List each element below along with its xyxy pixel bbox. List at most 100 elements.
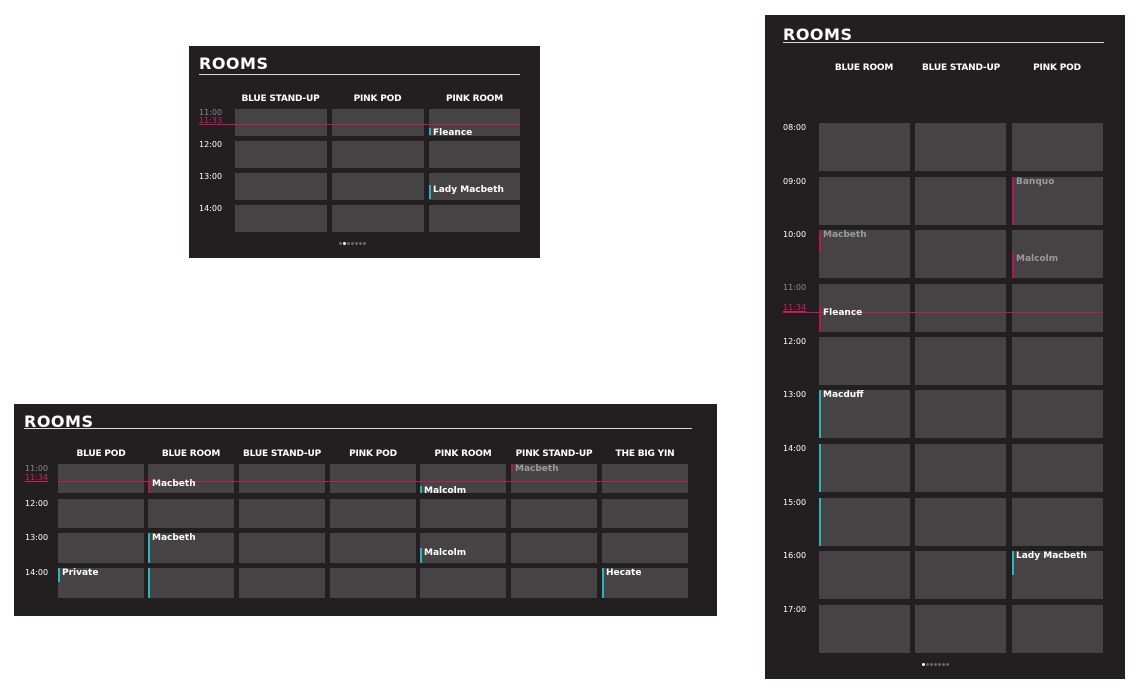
slot-cell[interactable]: [602, 464, 688, 493]
slot-cell[interactable]: [511, 568, 597, 598]
slot-cell[interactable]: [148, 499, 234, 528]
booking-macbeth[interactable]: Macbeth: [819, 230, 867, 241]
booking-lady-macbeth[interactable]: Lady Macbeth: [429, 185, 504, 196]
slot-cell[interactable]: [819, 337, 910, 385]
booking-fleance[interactable]: Fleance: [429, 128, 472, 139]
slot-cell[interactable]: [429, 205, 520, 232]
page-dot[interactable]: [351, 242, 354, 245]
slot-cell[interactable]: [1012, 498, 1103, 546]
slot-cell[interactable]: [915, 230, 1006, 278]
slot-cell[interactable]: [330, 533, 416, 563]
slot-cell[interactable]: [239, 464, 325, 493]
slot-cell[interactable]: [332, 109, 424, 136]
slot-cell[interactable]: [511, 533, 597, 563]
current-time-label: 11:34: [783, 303, 807, 312]
slot-cell[interactable]: [915, 498, 1006, 546]
page-dot[interactable]: [946, 663, 949, 666]
slot-cell[interactable]: [330, 499, 416, 528]
slot-cell[interactable]: [239, 533, 325, 563]
slot-cell[interactable]: [330, 568, 416, 598]
slot-cell[interactable]: [148, 568, 234, 598]
slot-cell[interactable]: [819, 177, 910, 225]
current-time-label: 11:34: [25, 473, 49, 482]
slot-cell[interactable]: [1012, 605, 1103, 653]
slot-cell[interactable]: [602, 499, 688, 528]
page-dot[interactable]: [930, 663, 933, 666]
booking-malcolm[interactable]: Malcolm: [1012, 254, 1058, 265]
page-dot[interactable]: [359, 242, 362, 245]
slot-cell[interactable]: [511, 499, 597, 528]
slot-cell[interactable]: [235, 205, 327, 232]
slot-cell[interactable]: [915, 551, 1006, 599]
time-label: 08:00: [783, 123, 807, 132]
slot-cell[interactable]: [915, 337, 1006, 385]
slot-cell[interactable]: [915, 605, 1006, 653]
booking-bar: [148, 568, 150, 598]
slot-cell[interactable]: [58, 533, 144, 563]
slot-cell[interactable]: [330, 464, 416, 493]
page-dot[interactable]: [942, 663, 945, 666]
slot-cell[interactable]: [819, 123, 910, 171]
booking-lady-macbeth[interactable]: Lady Macbeth: [1012, 551, 1087, 562]
column-header-pink-pod: PINK POD: [349, 449, 397, 459]
column-header-blue-stand-up: BLUE STAND-UP: [241, 94, 320, 104]
time-label: 12:00: [25, 499, 49, 508]
booking-fleance[interactable]: Fleance: [819, 308, 862, 319]
time-label: 13:00: [25, 533, 49, 542]
page-indicator[interactable]: [922, 663, 949, 666]
slot-cell[interactable]: [239, 499, 325, 528]
slot-cell[interactable]: [420, 568, 506, 598]
page-dot-active[interactable]: [343, 242, 346, 245]
column-header-blue-room: BLUE ROOM: [161, 449, 221, 459]
page-dot[interactable]: [347, 242, 350, 245]
time-label: 12:00: [199, 140, 223, 149]
slot-cell[interactable]: [429, 141, 520, 168]
slot-cell[interactable]: [819, 605, 910, 653]
slot-cell[interactable]: [1012, 337, 1103, 385]
booking-banquo[interactable]: Banquo: [1012, 177, 1054, 188]
page-dot[interactable]: [926, 663, 929, 666]
current-time-line: [199, 124, 520, 125]
slot-cell[interactable]: [58, 499, 144, 528]
slot-cell[interactable]: [332, 205, 424, 232]
slot-cell[interactable]: [915, 284, 1006, 332]
booking-macbeth[interactable]: Macbeth: [148, 479, 196, 490]
booking-malcolm-later[interactable]: Malcolm: [420, 548, 466, 559]
booking-private[interactable]: Private: [58, 568, 98, 579]
slot-cell[interactable]: [819, 498, 910, 546]
slot-cell[interactable]: [915, 177, 1006, 225]
slot-cell[interactable]: [915, 123, 1006, 171]
page-dot[interactable]: [938, 663, 941, 666]
page-dot[interactable]: [339, 242, 342, 245]
slot-cell[interactable]: [332, 141, 424, 168]
time-label: 14:00: [199, 204, 223, 213]
page-dot[interactable]: [363, 242, 366, 245]
page-indicator[interactable]: [339, 242, 366, 245]
slot-cell[interactable]: [420, 499, 506, 528]
slot-cell[interactable]: [235, 173, 327, 200]
page-dot[interactable]: [934, 663, 937, 666]
booking-malcolm[interactable]: Malcolm: [420, 486, 466, 497]
booking-hecate[interactable]: Hecate: [602, 568, 641, 579]
slot-cell[interactable]: [1012, 390, 1103, 438]
column-header-pink-pod: PINK POD: [353, 94, 402, 104]
slot-cell[interactable]: [1012, 444, 1103, 492]
slot-cell[interactable]: [915, 444, 1006, 492]
slot-cell[interactable]: [1012, 123, 1103, 171]
slot-cell[interactable]: [235, 141, 327, 168]
slot-cell[interactable]: [819, 551, 910, 599]
slot-cell[interactable]: [239, 568, 325, 598]
booking-macbeth-past[interactable]: Macbeth: [511, 464, 559, 475]
slot-cell[interactable]: [915, 390, 1006, 438]
booking-macduff[interactable]: Macduff: [819, 390, 864, 401]
time-label: 13:00: [783, 390, 807, 399]
slot-cell[interactable]: [332, 173, 424, 200]
slot-cell[interactable]: [819, 444, 910, 492]
slot-cell[interactable]: [58, 464, 144, 493]
slot-cell[interactable]: [235, 109, 327, 136]
page-dot-active[interactable]: [922, 663, 925, 666]
slot-cell[interactable]: [602, 533, 688, 563]
slot-cell[interactable]: [1012, 284, 1103, 332]
page-dot[interactable]: [355, 242, 358, 245]
booking-macbeth-later[interactable]: Macbeth: [148, 533, 196, 544]
